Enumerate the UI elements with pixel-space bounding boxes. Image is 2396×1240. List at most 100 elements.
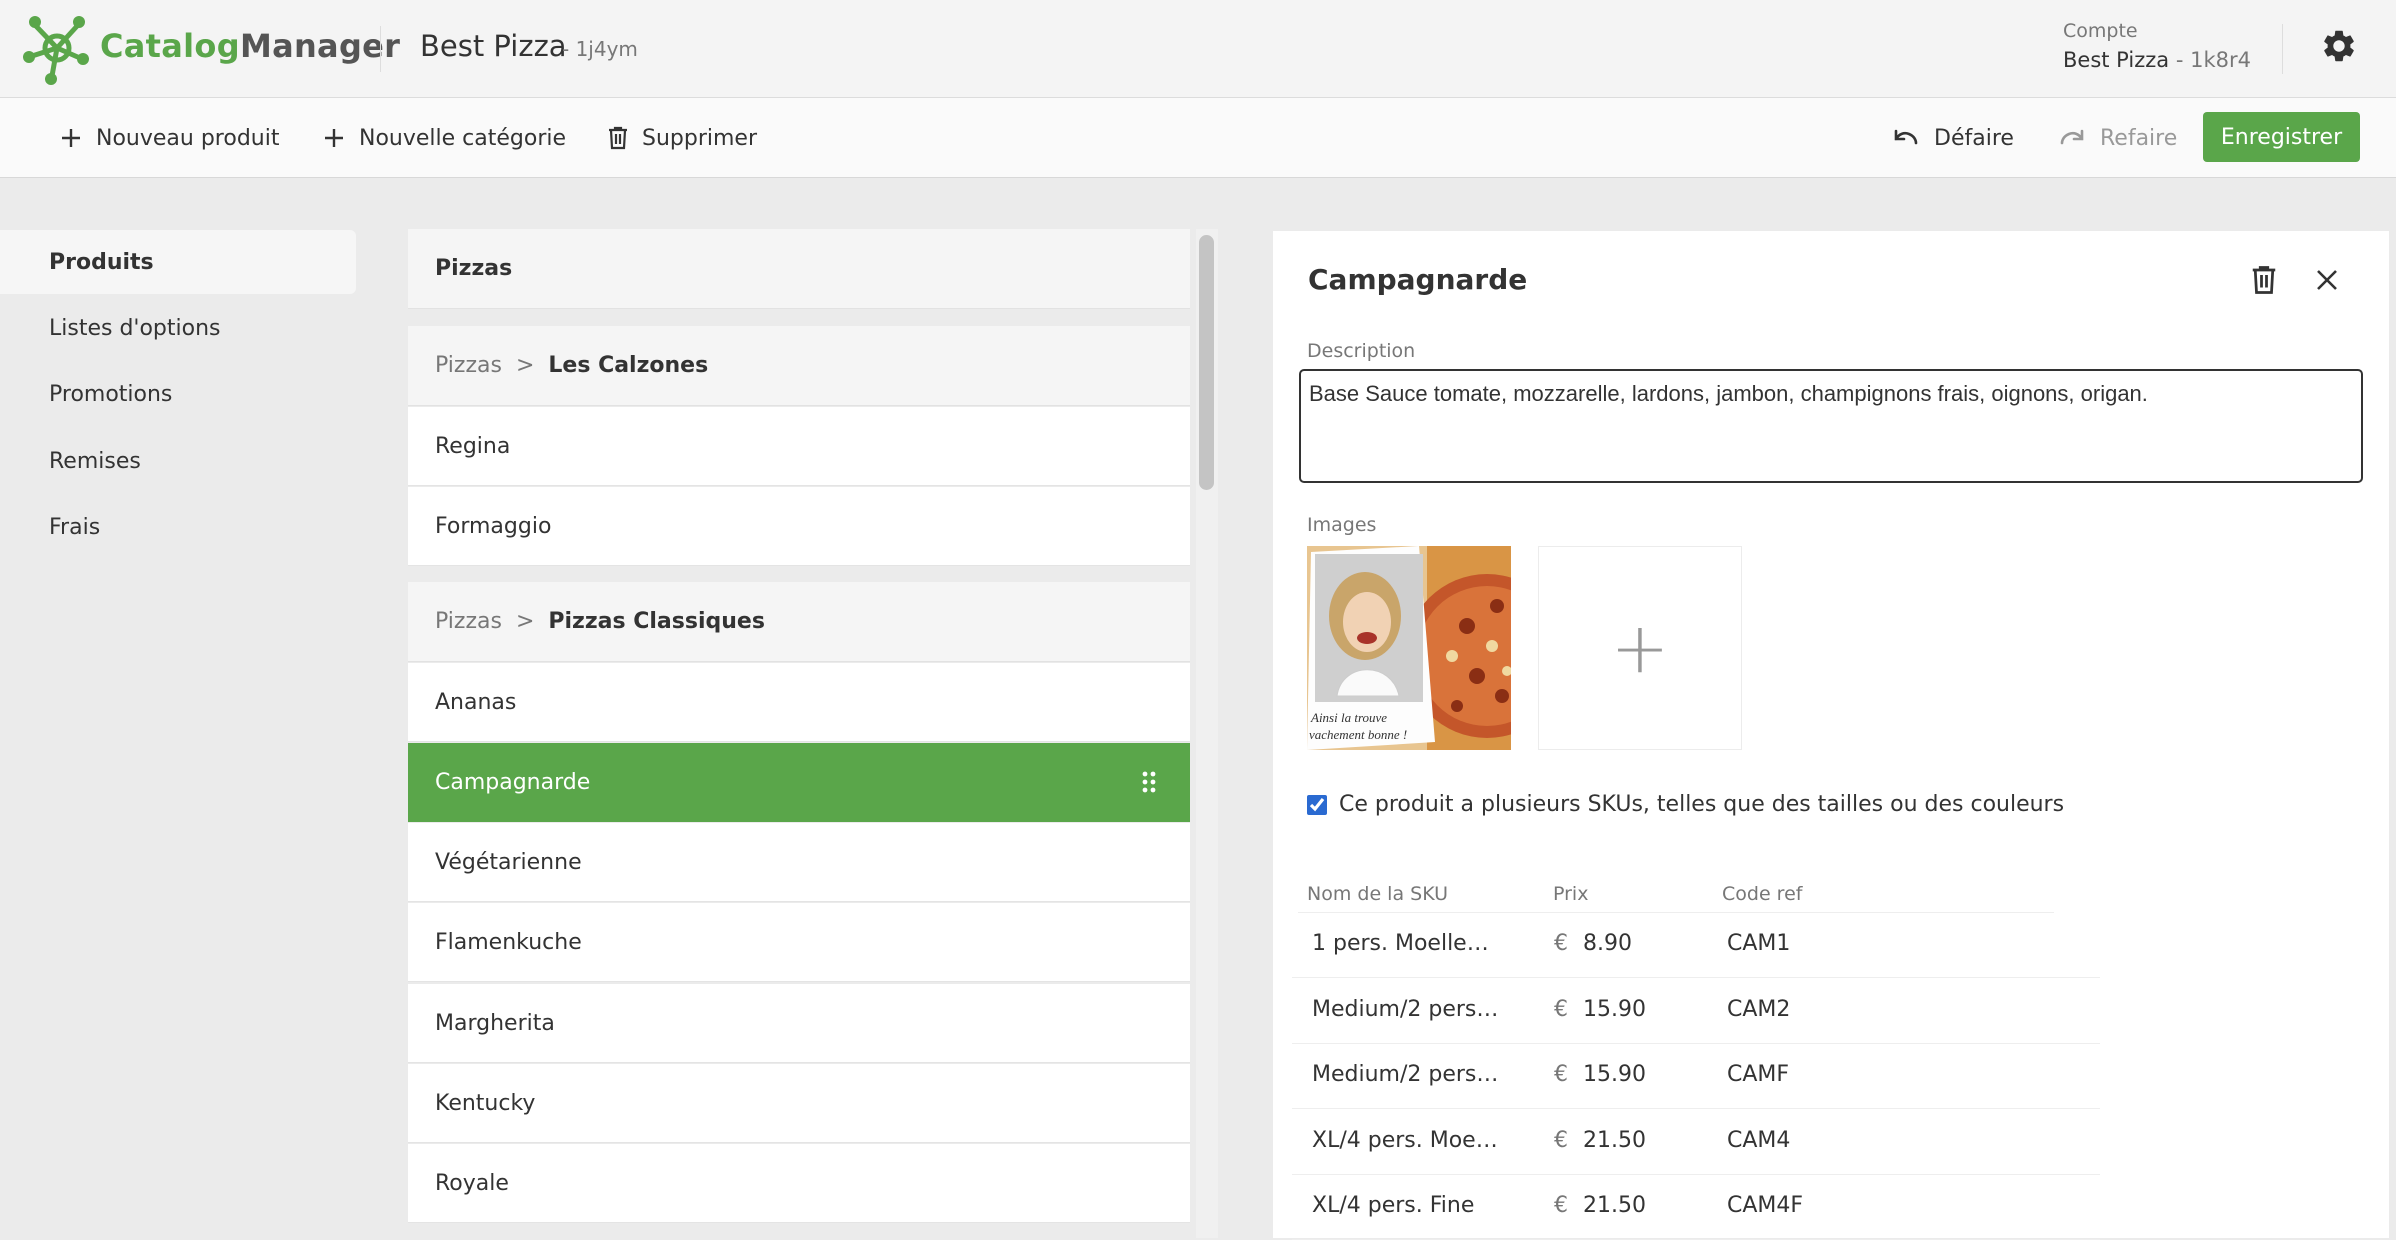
sidebar-item-products[interactable]: Produits: [0, 230, 356, 294]
account-selector[interactable]: Best Pizza - 1k8r4: [2063, 48, 2251, 72]
product-row[interactable]: Royale: [408, 1144, 1190, 1223]
plus-icon: [325, 129, 343, 147]
catalog-logo-icon: [23, 16, 89, 85]
redo-icon: [2060, 129, 2084, 145]
add-image-button[interactable]: +: [1538, 546, 1742, 750]
category-header-calzones[interactable]: Pizzas > Les Calzones: [408, 326, 1190, 406]
header-divider: [2282, 24, 2283, 74]
sku-row[interactable]: Medium/2 pers. … € 15.90 CAMF: [1292, 1044, 2100, 1109]
sku-price[interactable]: 21.50: [1583, 1193, 1646, 1218]
redo-button[interactable]: Refaire: [2058, 118, 2177, 158]
app-header: CatalogManager Best Pizza - 1j4ym Compte…: [0, 0, 2396, 98]
breadcrumb-parent: Pizzas: [435, 353, 502, 378]
undo-button[interactable]: Défaire: [1892, 118, 2014, 158]
image-caption-line-2: vachement bonne !: [1309, 727, 1407, 742]
account-name: Best Pizza: [2063, 48, 2170, 72]
sku-name[interactable]: Medium/2 pers. …: [1312, 1062, 1500, 1087]
sku-row[interactable]: XL/4 pers. Fine € 21.50 CAM4F: [1292, 1175, 2100, 1240]
delete-button[interactable]: Supprimer: [608, 118, 757, 158]
product-row[interactable]: Margherita: [408, 984, 1190, 1063]
sidebar-item-option-lists[interactable]: Listes d'options: [0, 296, 356, 360]
new-product-button[interactable]: Nouveau produit: [60, 118, 279, 158]
product-row[interactable]: Ananas: [408, 663, 1190, 742]
category-header-classiques[interactable]: Pizzas > Pizzas Classiques: [408, 582, 1190, 662]
sku-price[interactable]: 15.90: [1583, 997, 1646, 1022]
description-label: Description: [1307, 340, 1416, 362]
product-row-selected[interactable]: Campagnarde: [408, 743, 1190, 822]
sku-ref[interactable]: CAM2: [1727, 997, 1790, 1022]
sku-name[interactable]: XL/4 pers. Fine: [1312, 1193, 1500, 1218]
trash-icon[interactable]: [2251, 265, 2277, 295]
product-row[interactable]: Kentucky: [408, 1064, 1190, 1143]
description-field[interactable]: Base Sauce tomate, mozzarelle, lardons, …: [1299, 369, 2363, 483]
account-id: - 1k8r4: [2175, 48, 2251, 72]
currency-symbol: €: [1554, 997, 1568, 1022]
undo-label: Défaire: [1934, 125, 2014, 151]
brand-part-1: Catalog: [100, 27, 240, 65]
redo-label: Refaire: [2100, 125, 2178, 151]
toolbar: Nouveau produit Nouvelle catégorie Suppr…: [0, 98, 2396, 178]
breadcrumb-separator: >: [515, 353, 535, 378]
store-name: Best Pizza: [420, 29, 567, 63]
sku-header-name: Nom de la SKU: [1307, 883, 1449, 905]
product-name: Campagnarde: [435, 770, 591, 795]
sku-ref[interactable]: CAM4F: [1727, 1193, 1803, 1218]
image-caption-line-1: Ainsi la trouve: [1310, 710, 1387, 725]
category-name: Pizzas Classiques: [548, 609, 765, 634]
currency-symbol: €: [1554, 1128, 1568, 1153]
new-category-button[interactable]: Nouvelle catégorie: [323, 118, 566, 158]
sku-price[interactable]: 21.50: [1583, 1128, 1646, 1153]
plus-icon: +: [1610, 607, 1670, 689]
sku-row[interactable]: Medium/2 pers. … € 15.90 CAM2: [1292, 979, 2100, 1044]
undo-icon: [1894, 129, 1918, 145]
sku-row[interactable]: XL/4 pers. Moell… € 21.50 CAM4: [1292, 1110, 2100, 1175]
sku-ref[interactable]: CAM1: [1727, 931, 1790, 956]
category-name: Pizzas: [435, 256, 513, 281]
sidebar-item-promotions[interactable]: Promotions: [0, 362, 356, 426]
sku-ref[interactable]: CAMF: [1727, 1062, 1789, 1087]
category-name: Les Calzones: [548, 353, 709, 378]
product-detail-panel: Campagnarde Description Base Sauce tomat…: [1273, 231, 2389, 1240]
account-label: Compte: [2063, 20, 2138, 42]
trash-icon: [609, 126, 627, 150]
category-header-root[interactable]: Pizzas: [408, 229, 1190, 309]
pizza-photo-image: Ainsi la trouve vachement bonne !: [1307, 546, 1511, 750]
currency-symbol: €: [1554, 1062, 1568, 1087]
drag-handle-icon[interactable]: [1142, 771, 1156, 793]
close-icon[interactable]: [2316, 269, 2338, 291]
breadcrumb-parent: Pizzas: [435, 609, 502, 634]
product-image-thumbnail[interactable]: Ainsi la trouve vachement bonne !: [1307, 546, 1511, 750]
currency-symbol: €: [1554, 1193, 1568, 1218]
sku-price[interactable]: 15.90: [1583, 1062, 1646, 1087]
brand-name: CatalogManager: [100, 27, 400, 65]
save-button[interactable]: Enregistrer: [2203, 112, 2360, 162]
sku-name[interactable]: Medium/2 pers. …: [1312, 997, 1500, 1022]
product-row[interactable]: Formaggio: [408, 487, 1190, 566]
multi-sku-checkbox[interactable]: [1307, 795, 1327, 815]
store-id: - 1j4ym: [562, 37, 638, 61]
plus-icon: [62, 129, 80, 147]
sku-header-ref: Code ref: [1722, 883, 1803, 905]
sku-price[interactable]: 8.90: [1583, 931, 1632, 956]
sku-name[interactable]: 1 pers. Moelleuse: [1312, 931, 1500, 956]
product-row[interactable]: Regina: [408, 407, 1190, 486]
product-title: Campagnarde: [1308, 263, 1528, 296]
product-list: Pizzas Pizzas > Les Calzones Regina Form…: [408, 229, 1190, 1238]
product-row[interactable]: Végétarienne: [408, 823, 1190, 902]
header-divider: [380, 26, 381, 72]
sku-header-price: Prix: [1553, 883, 1589, 905]
new-category-label: Nouvelle catégorie: [359, 125, 567, 151]
list-scrollbar-thumb[interactable]: [1199, 235, 1214, 490]
gear-icon[interactable]: [2320, 27, 2358, 65]
multi-sku-label: Ce produit a plusieurs SKUs, telles que …: [1339, 792, 2065, 817]
sku-name[interactable]: XL/4 pers. Moell…: [1312, 1128, 1500, 1153]
sidebar-item-fees[interactable]: Frais: [0, 495, 356, 559]
brand-part-2: Manager: [239, 27, 401, 65]
product-row[interactable]: Flamenkuche: [408, 903, 1190, 982]
delete-label: Supprimer: [642, 125, 758, 151]
new-product-label: Nouveau produit: [96, 125, 280, 151]
images-label: Images: [1307, 514, 1377, 536]
sku-row[interactable]: 1 pers. Moelleuse € 8.90 CAM1: [1292, 913, 2100, 978]
sidebar-item-discounts[interactable]: Remises: [0, 429, 356, 493]
sku-ref[interactable]: CAM4: [1727, 1128, 1790, 1153]
